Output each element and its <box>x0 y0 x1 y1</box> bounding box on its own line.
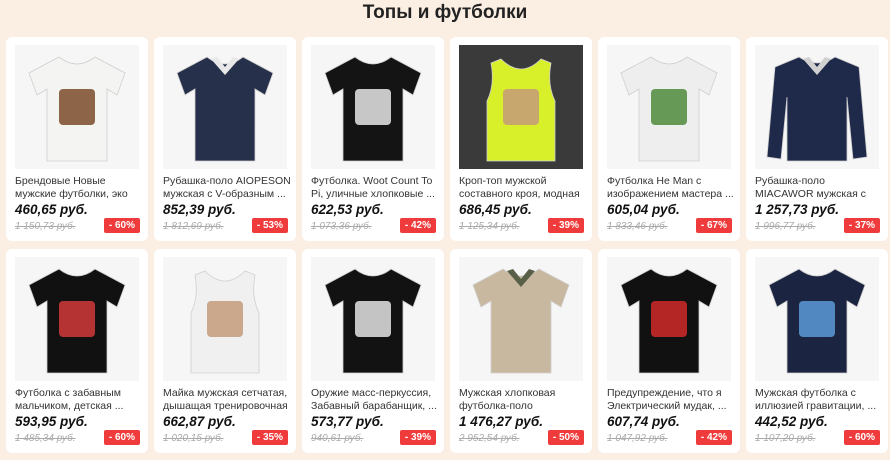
product-image[interactable] <box>311 257 435 381</box>
product-image[interactable] <box>755 257 879 381</box>
product-price: 460,65 руб. <box>15 202 88 217</box>
product-price: 662,87 руб. <box>163 414 236 429</box>
product-card[interactable]: Футболка. Woot Count To Pi, уличные хлоп… <box>302 37 444 241</box>
discount-badge: - 37% <box>843 218 880 233</box>
product-image[interactable] <box>163 257 287 381</box>
discount-badge: - 60% <box>103 430 140 445</box>
tshirt-black-drums-icon <box>311 257 435 381</box>
product-name[interactable]: Майка мужская сетчатая, дышащая трениров… <box>163 387 291 413</box>
product-price: 605,04 руб. <box>607 202 680 217</box>
discount-badge: - 35% <box>251 430 288 445</box>
product-price: 573,77 руб. <box>311 414 384 429</box>
crop-top-neon-icon <box>459 45 583 169</box>
product-price: 442,52 руб. <box>755 414 828 429</box>
product-name[interactable]: Мужская хлопковая футболка-поло AIOPESON… <box>459 387 587 413</box>
product-card[interactable]: Кроп-топ мужской составного кроя, модная… <box>450 37 592 241</box>
product-old-price: 1 047,92 руб. <box>607 433 668 444</box>
product-price: 593,95 руб. <box>15 414 88 429</box>
product-name[interactable]: Рубашка-поло AIOPESON мужская с V-образн… <box>163 175 291 201</box>
discount-badge: - 60% <box>843 430 880 445</box>
product-card[interactable]: Рубашка-поло MIACAWOR мужская с воротник… <box>746 37 888 241</box>
tshirt-black-warning-icon <box>607 257 731 381</box>
product-name[interactable]: Рубашка-поло MIACAWOR мужская с воротник… <box>755 175 883 201</box>
product-card[interactable]: Мужская футболка с иллюзией гравитации, … <box>746 249 888 453</box>
product-old-price: 1 150,73 руб. <box>15 221 76 232</box>
section-title: Топы и футболки <box>362 2 528 23</box>
tshirt-white-heman-icon <box>607 45 731 169</box>
discount-badge: - 42% <box>399 218 436 233</box>
discount-badge: - 60% <box>103 218 140 233</box>
product-card[interactable]: Мужская хлопковая футболка-поло AIOPESON… <box>450 249 592 453</box>
product-image[interactable] <box>311 45 435 169</box>
discount-badge: - 53% <box>251 218 288 233</box>
tshirt-black-pi-icon <box>311 45 435 169</box>
product-name[interactable]: Предупреждение, что я Электрический муда… <box>607 387 735 413</box>
discount-badge: - 67% <box>695 218 732 233</box>
product-price: 1 257,73 руб. <box>755 202 839 217</box>
product-image[interactable] <box>15 257 139 381</box>
product-name[interactable]: Брендовые Новые мужские футболки, эко во… <box>15 175 143 201</box>
product-name[interactable]: Футболка He Man с изображением мастера .… <box>607 175 735 201</box>
longsleeve-navy-icon <box>755 45 879 169</box>
product-old-price: 1 996,77 руб. <box>755 221 816 232</box>
product-old-price: 1 020,15 руб. <box>163 433 224 444</box>
product-card[interactable]: Майка мужская сетчатая, дышащая трениров… <box>154 249 296 453</box>
product-image[interactable] <box>163 45 287 169</box>
product-image[interactable] <box>459 257 583 381</box>
tshirt-navy-triangle-icon <box>755 257 879 381</box>
product-old-price: 1 485,34 руб. <box>15 433 76 444</box>
product-old-price: 1 073,36 руб. <box>311 221 372 232</box>
product-price: 852,39 руб. <box>163 202 236 217</box>
product-old-price: 940,61 руб. <box>311 433 364 444</box>
polo-navy-icon <box>163 45 287 169</box>
product-image[interactable] <box>459 45 583 169</box>
product-card[interactable]: Брендовые Новые мужские футболки, эко во… <box>6 37 148 241</box>
product-name[interactable]: Кроп-топ мужской составного кроя, модная… <box>459 175 587 201</box>
product-card[interactable]: Футболка с забавным мальчиком, детская .… <box>6 249 148 453</box>
product-old-price: 1 833,46 руб. <box>607 221 668 232</box>
product-old-price: 2 952,54 руб. <box>459 433 520 444</box>
product-price: 622,53 руб. <box>311 202 384 217</box>
tank-top-white-icon <box>163 257 287 381</box>
product-price: 1 476,27 руб. <box>459 414 543 429</box>
product-price: 686,45 руб. <box>459 202 532 217</box>
product-name[interactable]: Футболка. Woot Count To Pi, уличные хлоп… <box>311 175 439 201</box>
polo-olive-icon <box>459 257 583 381</box>
product-image[interactable] <box>607 45 731 169</box>
product-image[interactable] <box>607 257 731 381</box>
product-price: 607,74 руб. <box>607 414 680 429</box>
product-grid: Брендовые Новые мужские футболки, эко во… <box>6 37 888 453</box>
product-name[interactable]: Оружие масс-перкуссия, Забавный барабанщ… <box>311 387 439 413</box>
product-old-price: 1 812,69 руб. <box>163 221 224 232</box>
product-old-price: 1 107,20 руб. <box>755 433 816 444</box>
discount-badge: - 50% <box>547 430 584 445</box>
product-name[interactable]: Мужская футболка с иллюзией гравитации, … <box>755 387 883 413</box>
product-card[interactable]: Футболка He Man с изображением мастера .… <box>598 37 740 241</box>
tshirt-black-hockey-icon <box>15 257 139 381</box>
product-old-price: 1 125,34 руб. <box>459 221 520 232</box>
product-card[interactable]: Предупреждение, что я Электрический муда… <box>598 249 740 453</box>
product-image[interactable] <box>15 45 139 169</box>
tshirt-white-ewok-icon <box>15 45 139 169</box>
product-card[interactable]: Оружие масс-перкуссия, Забавный барабанщ… <box>302 249 444 453</box>
product-card[interactable]: Рубашка-поло AIOPESON мужская с V-образн… <box>154 37 296 241</box>
product-image[interactable] <box>755 45 879 169</box>
product-name[interactable]: Футболка с забавным мальчиком, детская .… <box>15 387 143 413</box>
discount-badge: - 42% <box>695 430 732 445</box>
discount-badge: - 39% <box>547 218 584 233</box>
discount-badge: - 39% <box>399 430 436 445</box>
